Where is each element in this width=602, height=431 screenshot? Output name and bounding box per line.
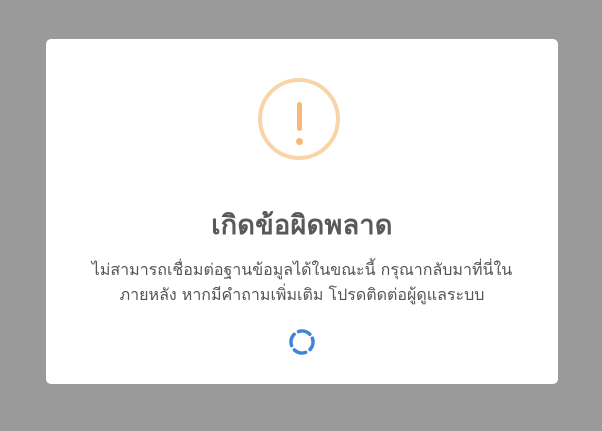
warning-icon-dot xyxy=(296,138,303,145)
loading-spinner-arc xyxy=(289,329,315,355)
loading-spinner-icon xyxy=(287,327,317,357)
dialog-message-line-1: ไม่สามารถเชื่อมต่อฐานข้อมูลได้ในขณะนี้ ก… xyxy=(91,260,513,279)
dialog-message: ไม่สามารถเชื่อมต่อฐานข้อมูลได้ในขณะนี้ ก… xyxy=(66,257,538,307)
dialog-message-line-2: ภายหลัง หากมีคำถามเพิ่มเติม โปรดติดต่อผู… xyxy=(119,285,485,304)
dialog-title: เกิดข้อผิดพลาด xyxy=(211,210,393,241)
error-dialog: เกิดข้อผิดพลาด ไม่สามารถเชื่อมต่อฐานข้อม… xyxy=(46,39,558,384)
warning-icon xyxy=(258,78,340,160)
warning-icon-bar xyxy=(297,102,302,131)
loading-spinner-svg xyxy=(289,329,315,355)
